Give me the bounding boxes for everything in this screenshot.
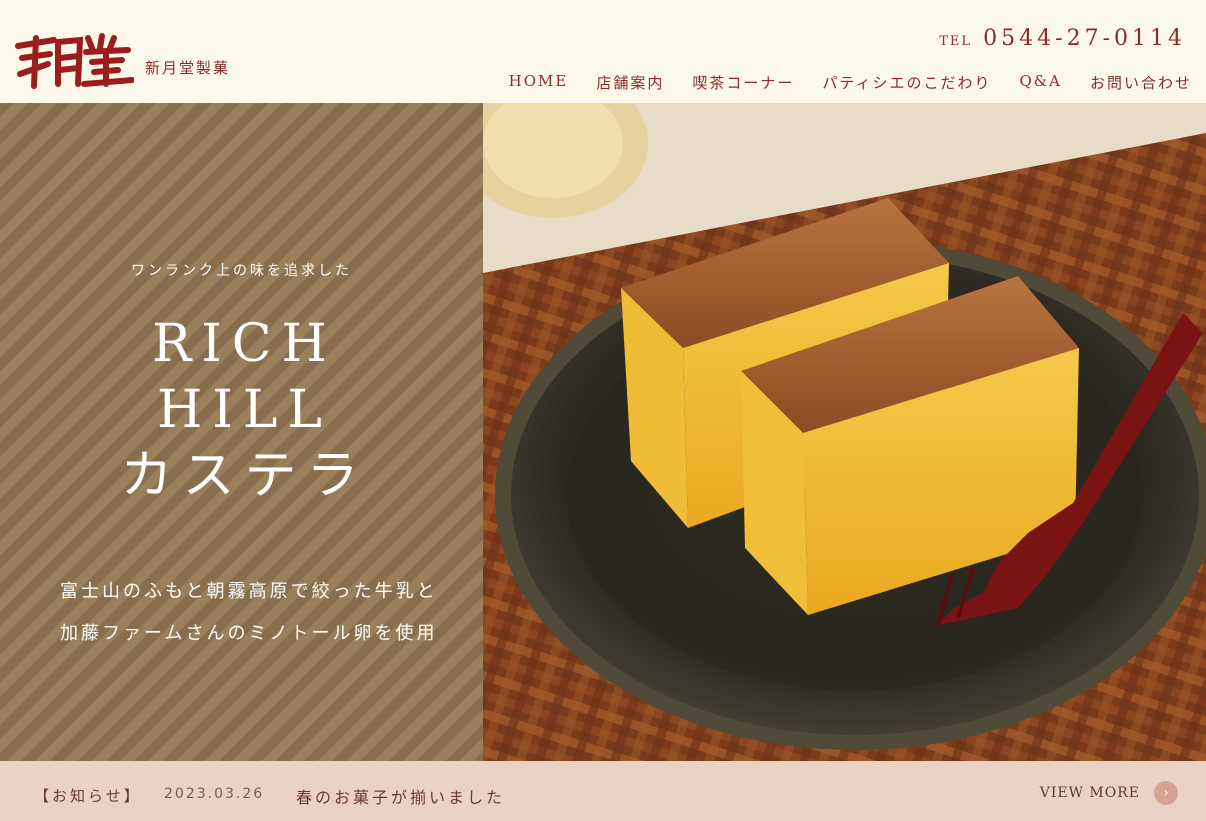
news-title[interactable]: 春のお菓子が揃いました	[296, 784, 505, 808]
news-date: 2023.03.26	[164, 786, 265, 802]
news-label: 【お知らせ】	[34, 787, 142, 805]
hero-lead-line: 加藤ファームさんのミノトール卵を使用	[60, 623, 438, 644]
hero-title-line: カステラ	[120, 446, 369, 506]
view-more-label[interactable]: VIEW MORE	[1040, 785, 1140, 801]
nav-cafe-corner[interactable]: 喫茶コーナー	[692, 72, 794, 93]
hero-text-panel: ワンランク上の味を追求した RICH HILL カステラ 富士山のふもと朝霧高原…	[0, 103, 483, 761]
tel-number[interactable]: 0544-27-0114	[983, 26, 1186, 51]
hero-title-line: RICH	[152, 314, 337, 374]
view-more-link[interactable]: VIEW MORE ›	[1040, 781, 1178, 805]
nav-patissier[interactable]: パティシエのこだわり	[822, 72, 991, 93]
hero-title: RICH HILL カステラ	[0, 311, 483, 509]
site-header: 新月堂製菓 TEL 0544-27-0114 HOME 店舗案内 喫茶コーナー …	[0, 0, 1206, 103]
nav-contact[interactable]: お問い合わせ	[1090, 72, 1192, 93]
nav-home[interactable]: HOME	[509, 72, 569, 93]
hero-tagline: ワンランク上の味を追求した	[131, 263, 352, 279]
chevron-right-icon[interactable]: ›	[1154, 781, 1178, 805]
hero-lead: 富士山のふもと朝霧高原で絞った牛乳と 加藤ファームさんのミノトール卵を使用	[60, 571, 480, 655]
phone-contact[interactable]: TEL 0544-27-0114	[939, 26, 1186, 51]
main-nav: HOME 店舗案内 喫茶コーナー パティシエのこだわり Q&A お問い合わせ	[509, 72, 1192, 93]
tel-label: TEL	[939, 34, 973, 49]
hero-section: ワンランク上の味を追求した RICH HILL カステラ 富士山のふもと朝霧高原…	[0, 103, 1206, 761]
brand-logo[interactable]	[14, 28, 134, 90]
castella-photo	[483, 103, 1206, 761]
brand-name: 新月堂製菓	[145, 59, 231, 77]
hero-lead-line: 富士山のふもと朝霧高原で絞った牛乳と	[60, 581, 438, 602]
nav-store-info[interactable]: 店舗案内	[596, 72, 664, 93]
news-bar: 【お知らせ】 2023.03.26 春のお菓子が揃いました VIEW MORE …	[0, 761, 1206, 821]
hero-title-line: HILL	[157, 380, 332, 440]
nav-qa[interactable]: Q&A	[1020, 72, 1062, 93]
